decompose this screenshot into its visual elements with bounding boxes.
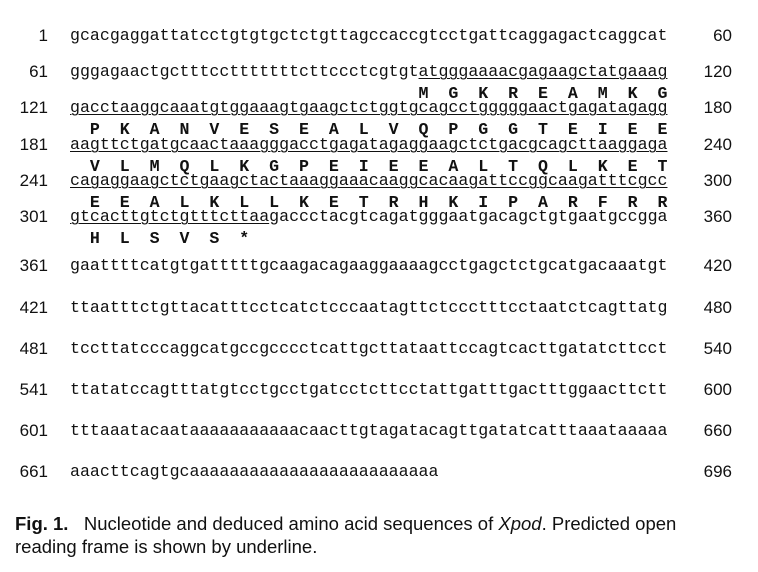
row-end-position: 300 bbox=[703, 171, 732, 190]
gene-name: Xpod bbox=[498, 513, 542, 534]
sequence-segment: aaacttcagtgcaaaaaaaaaaaaaaaaaaaaaaaaa bbox=[70, 462, 439, 481]
row-end-position: 120 bbox=[703, 62, 732, 81]
nucleotide-sequence: gaattttcatgtgatttttgcaagacagaaggaaaagcct… bbox=[70, 254, 667, 278]
nucleotide-sequence: tccttatcccaggcatgccgcccctcattgcttataattc… bbox=[70, 337, 667, 361]
orf-underlined-segment: aagttctgatgcaactaaagggacctgagatagaggaagc… bbox=[70, 135, 668, 154]
sequence-row: 541 ttatatccagtttatgtcctgcctgatcctcttccta… bbox=[0, 378, 758, 402]
row-start-position: 481 bbox=[19, 339, 48, 358]
row-start-position: 61 bbox=[29, 62, 48, 81]
row-end-position: 540 bbox=[703, 339, 732, 358]
orf-underlined-segment: cagaggaagctctgaagctactaaaggaaacaaggcacaa… bbox=[70, 171, 668, 190]
row-end-position: 600 bbox=[703, 380, 732, 399]
sequence-segment: ttatatccagtttatgtcctgcctgatcctcttcctattg… bbox=[70, 380, 668, 399]
sequence-segment: tttaaatacaataaaaaaaaaaacaacttgtagatacagt… bbox=[70, 421, 668, 440]
nucleotide-sequence: tttaaatacaataaaaaaaaaaacaacttgtagatacagt… bbox=[70, 419, 667, 443]
sequence-segment: gcacgaggattatcctgtgtgctctgttagccaccgtcct… bbox=[70, 26, 668, 45]
row-start-position: 1 bbox=[38, 26, 48, 45]
row-end-position: 360 bbox=[703, 207, 732, 226]
row-end-position: 60 bbox=[713, 26, 732, 45]
sequence-figure: 1 gcacgaggattatcctgtgtgctctgttagccaccgtcc… bbox=[0, 0, 758, 500]
row-start-position: 301 bbox=[19, 207, 48, 226]
row-start-position: 361 bbox=[19, 256, 48, 275]
row-start-position: 181 bbox=[19, 135, 48, 154]
nucleotide-sequence: ttatatccagtttatgtcctgcctgatcctcttcctattg… bbox=[70, 378, 667, 402]
sequence-row: 601 tttaaatacaataaaaaaaaaaacaacttgtagatac… bbox=[0, 419, 758, 443]
row-end-position: 180 bbox=[703, 98, 732, 117]
nucleotide-sequence: gtcacttgtctgtttcttaagaccctacgtcagatgggaa… bbox=[70, 205, 668, 229]
row-start-position: 601 bbox=[19, 421, 48, 440]
sequence-row: 361 gaattttcatgtgatttttgcaagacagaaggaaaag… bbox=[0, 254, 758, 278]
row-end-position: 696 bbox=[703, 462, 732, 481]
caption-text-before: Nucleotide and deduced amino acid sequen… bbox=[83, 513, 499, 534]
figure-caption: Fig. 1. Nucleotide and deduced amino aci… bbox=[15, 512, 733, 558]
sequence-row: 301 gtcacttgtctgtttcttaagaccctacgtcagatgg… bbox=[0, 205, 758, 229]
nucleotide-sequence: gggagaactgctttcctttttttcttccctcgtgtatggg… bbox=[70, 60, 667, 84]
row-end-position: 240 bbox=[703, 135, 732, 154]
sequence-row: 661 aaacttcagtgcaaaaaaaaaaaaaaaaaaaaaaaaa… bbox=[0, 460, 758, 484]
orf-underlined-segment: gacctaaggcaaatgtggaaagtgaagctctggtgcagcc… bbox=[70, 98, 668, 117]
orf-underlined-segment: atgggaaaacgagaagctatgaaag bbox=[418, 62, 668, 81]
sequence-segment: gggagaactgctttcctttttttcttccctcgtgt bbox=[70, 62, 419, 81]
amino-acid-sequence: H L S V S * bbox=[70, 229, 250, 248]
nucleotide-sequence: aagttctgatgcaactaaagggacctgagatagaggaagc… bbox=[70, 133, 667, 157]
row-start-position: 541 bbox=[19, 380, 48, 399]
nucleotide-sequence: gacctaaggcaaatgtggaaagtgaagctctggtgcagcc… bbox=[70, 96, 667, 120]
row-end-position: 660 bbox=[703, 421, 732, 440]
nucleotide-sequence: aaacttcagtgcaaaaaaaaaaaaaaaaaaaaaaaaa bbox=[70, 460, 438, 484]
sequence-segment: gaattttcatgtgatttttgcaagacagaaggaaaagcct… bbox=[70, 256, 668, 275]
row-start-position: 121 bbox=[19, 98, 48, 117]
row-start-position: 421 bbox=[19, 298, 48, 317]
sequence-segment: ttaatttctgttacatttcctcatctcccaatagttctcc… bbox=[70, 298, 668, 317]
row-end-position: 480 bbox=[703, 298, 732, 317]
row-end-position: 420 bbox=[703, 256, 732, 275]
nucleotide-sequence: gcacgaggattatcctgtgtgctctgttagccaccgtcct… bbox=[70, 24, 667, 48]
sequence-row: 481 tccttatcccaggcatgccgcccctcattgcttataa… bbox=[0, 337, 758, 361]
sequence-row: 241 cagaggaagctctgaagctactaaaggaaacaaggca… bbox=[0, 169, 758, 193]
sequence-row: 1 gcacgaggattatcctgtgtgctctgttagccaccgtcc… bbox=[0, 24, 758, 48]
figure-label: Fig. 1. bbox=[15, 513, 69, 534]
nucleotide-sequence: cagaggaagctctgaagctactaaaggaaacaaggcacaa… bbox=[70, 169, 667, 193]
row-start-position: 661 bbox=[19, 462, 48, 481]
sequence-row: 121 gacctaaggcaaatgtggaaagtgaagctctggtgca… bbox=[0, 96, 758, 120]
row-start-position: 241 bbox=[19, 171, 48, 190]
sequence-row: 181 aagttctgatgcaactaaagggacctgagatagagga… bbox=[0, 133, 758, 157]
sequence-row: 61 gggagaactgctttcctttttttcttccctcgtgtatg… bbox=[0, 60, 758, 84]
sequence-row: 421 ttaatttctgttacatttcctcatctcccaatagttc… bbox=[0, 296, 758, 320]
orf-underlined-segment: gtcacttgtctgtttcttaa bbox=[70, 207, 270, 226]
nucleotide-sequence: ttaatttctgttacatttcctcatctcccaatagttctcc… bbox=[70, 296, 667, 320]
sequence-segment: tccttatcccaggcatgccgcccctcattgcttataattc… bbox=[70, 339, 668, 358]
sequence-segment: gaccctacgtcagatgggaatgacagctgtgaatgccgga bbox=[269, 207, 668, 226]
